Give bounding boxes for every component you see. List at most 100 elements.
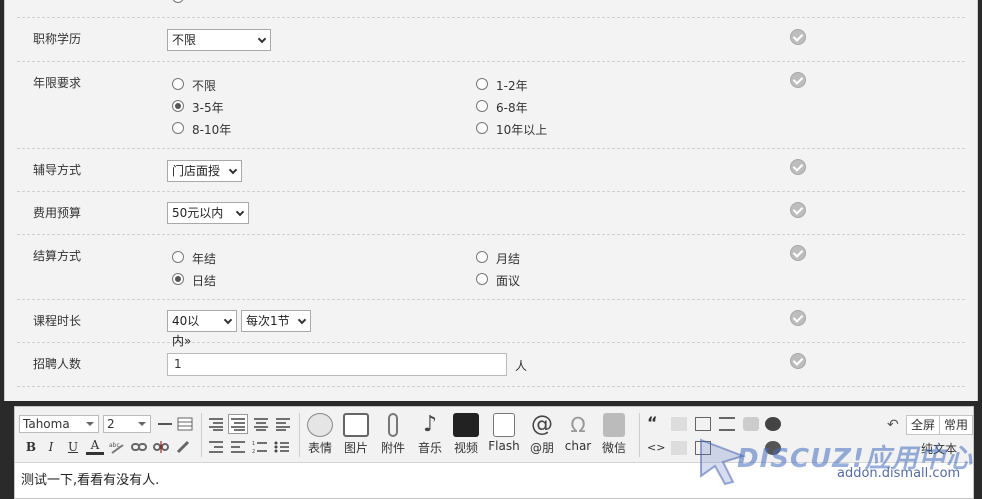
radio-dot	[476, 100, 488, 112]
mode-select[interactable]: 门店面授	[167, 160, 242, 182]
chevron-down-icon	[297, 315, 307, 325]
budget-select[interactable]: 50元以内	[167, 202, 249, 224]
smiley-icon	[307, 413, 333, 437]
font-size-select[interactable]: 2	[103, 415, 151, 433]
mention-button[interactable]: @ @朋	[527, 413, 557, 456]
form-row-title: 职称学历 不限	[17, 18, 965, 62]
unlink-icon[interactable]	[153, 440, 169, 454]
title-select[interactable]: 不限	[167, 29, 271, 51]
toolbar-separator	[201, 413, 202, 457]
char-button[interactable]: Ωchar	[563, 413, 593, 453]
italic-button[interactable]: I	[42, 440, 60, 454]
form-row-duration: 课程时长 40以内» 每次1节	[17, 300, 965, 348]
code-icon[interactable]: <>	[647, 441, 665, 455]
form-row-top-partial	[17, 0, 965, 18]
radio-label: 6-8年	[496, 101, 528, 115]
row-label: 课程时长	[33, 314, 82, 328]
horizontal-rule-icon[interactable]	[157, 417, 173, 431]
chevron-down-icon	[138, 422, 146, 430]
font-color-button[interactable]: A	[86, 438, 104, 455]
outdent-icon[interactable]	[230, 440, 246, 454]
font-family-select[interactable]: Tahoma	[19, 415, 99, 433]
indent-icon[interactable]	[208, 440, 224, 454]
align-center-icon[interactable]	[228, 414, 248, 434]
chevron-down-icon	[228, 165, 238, 175]
radio-dot	[476, 273, 488, 285]
tool-label: char	[564, 439, 592, 453]
select-value: 不限	[172, 33, 197, 47]
hide-icon[interactable]	[671, 441, 687, 455]
watermark: DISCUZ!应用中心 addon.dismall.com	[697, 436, 977, 496]
ordered-list-icon[interactable]: 12	[252, 440, 268, 455]
radio-dot	[172, 78, 184, 90]
form-panel: 职称学历 不限 年限要求 不限 1-2年 3-5年 6-8年 8-10年 10年…	[4, 0, 978, 401]
select-value: Tahoma	[23, 417, 70, 431]
radio-dot	[172, 251, 184, 263]
tool-label: 视频	[453, 441, 478, 455]
bold-button[interactable]: B	[22, 440, 40, 454]
radio-label: 月结	[496, 252, 521, 266]
chevron-down-icon	[257, 34, 267, 44]
table-icon[interactable]	[177, 417, 193, 431]
check-icon	[790, 72, 806, 88]
free-icon[interactable]	[671, 417, 687, 431]
row-label: 费用预算	[33, 206, 82, 220]
password-icon[interactable]	[743, 417, 759, 431]
emoticon-button[interactable]: 表情	[305, 413, 335, 456]
tool-label: 图片	[343, 441, 368, 455]
row-label: 辅导方式	[33, 163, 82, 177]
check-icon	[790, 310, 806, 326]
video-button[interactable]: 视频	[451, 413, 481, 456]
chevron-down-icon	[235, 207, 245, 217]
watermark-url: addon.dismall.com	[837, 466, 961, 481]
undo-icon[interactable]: ↶	[887, 418, 903, 433]
form-row-budget: 费用预算 50元以内	[17, 192, 965, 235]
count-unit: 人	[515, 359, 528, 373]
spellcheck-icon[interactable]: abc	[109, 440, 125, 454]
radio-dot	[172, 122, 184, 134]
tool-label: 表情	[307, 441, 332, 455]
radio-dot	[172, 273, 184, 285]
row-label: 职称学历	[33, 32, 82, 46]
check-icon	[790, 29, 806, 45]
quote-icon[interactable]: “	[647, 415, 663, 431]
link-icon[interactable]	[131, 440, 147, 454]
wechat-button[interactable]: 微信	[599, 413, 629, 456]
tool-label: 微信	[601, 441, 626, 455]
toolbar-separator	[299, 413, 300, 457]
radio-label: 8-10年	[192, 123, 232, 137]
clear-format-icon[interactable]	[175, 440, 191, 454]
unordered-list-icon[interactable]	[274, 440, 290, 454]
editor-content[interactable]: 测试一下,看看有没有人.	[21, 469, 159, 488]
at-icon: @	[531, 412, 553, 437]
flash-button[interactable]: Flash	[487, 413, 521, 453]
attachment-button[interactable]: 附件	[378, 413, 408, 456]
globe-icon[interactable]	[765, 417, 781, 431]
align-left-icon[interactable]	[208, 417, 224, 431]
row-label: 招聘人数	[33, 357, 82, 371]
row-label: 结算方式	[33, 249, 82, 263]
omega-icon: Ω	[570, 413, 586, 437]
radio-label: 不限	[192, 79, 217, 93]
paperclip-icon	[388, 413, 398, 437]
image-button[interactable]: 图片	[341, 413, 371, 456]
page-icon[interactable]	[695, 417, 711, 431]
duration-select[interactable]: 40以内»	[167, 310, 237, 348]
music-button[interactable]: ♪ 音乐	[415, 413, 445, 456]
radio-dot	[172, 100, 184, 112]
fullscreen-button[interactable]: 全屏	[906, 415, 941, 435]
align-right-icon[interactable]	[275, 417, 291, 431]
count-input[interactable]: 1	[167, 353, 507, 376]
radio-label: 面议	[496, 274, 521, 288]
svg-text:2: 2	[252, 449, 255, 454]
select-value: 2	[107, 417, 115, 431]
radio-label: 1-2年	[496, 79, 528, 93]
input-value: 1	[174, 357, 182, 371]
svg-text:1: 1	[252, 441, 255, 447]
common-button[interactable]: 常用	[939, 415, 973, 435]
lessons-select[interactable]: 每次1节	[241, 310, 311, 332]
flash-icon	[493, 413, 515, 437]
underline-button[interactable]: U	[64, 440, 82, 454]
align-justify-icon[interactable]	[253, 417, 269, 431]
index-icon[interactable]	[719, 417, 735, 431]
